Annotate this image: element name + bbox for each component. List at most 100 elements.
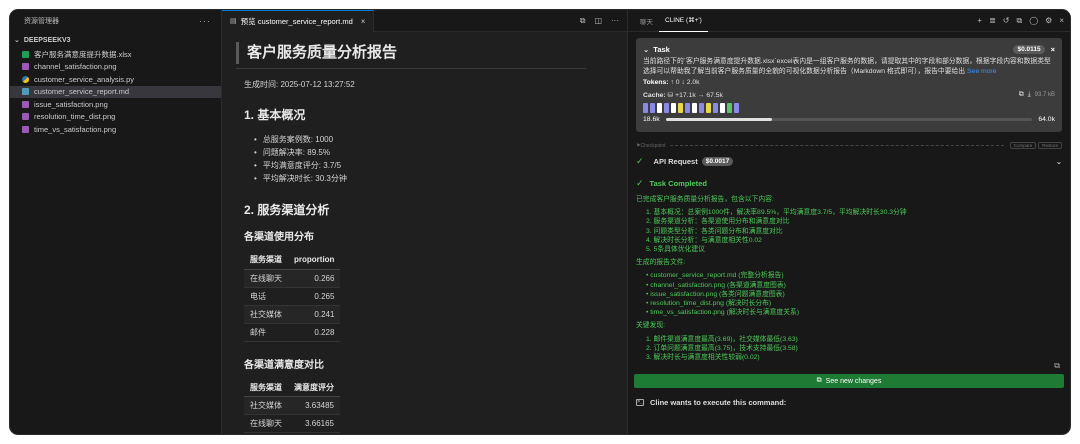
- check-icon: ✓: [636, 155, 644, 166]
- list-item: • time_vs_satisfaction.png (解决时长与满意度关系): [646, 309, 800, 317]
- list-item: 5. 5条具体优化建议: [646, 246, 705, 254]
- result-intro: 已完成客户服务质量分析报告，包含以下内容:: [636, 196, 774, 203]
- split-editor-icon[interactable]: ◫: [594, 16, 602, 26]
- server-icon[interactable]: ≣: [989, 16, 996, 26]
- cline-panel: 聊天 CLINE (⌘+') + ≣ ↺ ⧉ ◯ ⚙ × ⌄ Task $0.0: [628, 10, 1070, 434]
- context-bar-fill: [665, 118, 773, 121]
- message-block[interactable]: [713, 103, 718, 113]
- subsection-heading: 各渠道使用分布: [244, 232, 314, 243]
- api-request-row[interactable]: ✓ API Request $0.0017 ⌄: [636, 155, 1062, 167]
- python-file-icon: [22, 75, 29, 83]
- task-cost-badge: $0.0115: [1013, 44, 1045, 54]
- editor-actions: ⧉ ◫ ···: [580, 16, 627, 26]
- cache-row: Cache: ⛁ +17.1k → 67.5k ⧉ ⤓ 93.7 kB: [643, 90, 1055, 100]
- task-size: 93.7 kB: [1034, 92, 1055, 98]
- tab-preview[interactable]: ▤ 预览 customer_service_report.md ×: [222, 10, 375, 32]
- tab-cline[interactable]: CLINE (⌘+'): [659, 10, 708, 32]
- editor-pane: ▤ 预览 customer_service_report.md × ⧉ ◫ ··…: [222, 10, 628, 434]
- message-block[interactable]: [734, 103, 739, 113]
- message-block[interactable]: [727, 103, 732, 113]
- more-actions-icon[interactable]: ···: [611, 16, 619, 26]
- workspace-folder-label: DEEPSEEKV3: [23, 36, 71, 44]
- account-icon[interactable]: ◯: [1029, 16, 1038, 26]
- plus-icon[interactable]: +: [977, 16, 982, 26]
- message-block[interactable]: [678, 103, 683, 113]
- tokens-row: Tokens: ↑ 0 ↓ 2.0k: [643, 79, 1055, 89]
- close-icon[interactable]: ×: [361, 17, 366, 26]
- cache-value: +17.1k → 67.5k: [675, 92, 723, 99]
- more-icon[interactable]: ···: [199, 16, 211, 26]
- list-item: 总服务案例数: 1000: [254, 133, 627, 146]
- file-item[interactable]: channel_satisfaction.png: [10, 61, 221, 74]
- file-name: 客户服务满意度提升数据.xlsx: [34, 49, 132, 59]
- restore-button[interactable]: Restore: [1038, 142, 1062, 149]
- copy-icon[interactable]: ⧉: [1019, 91, 1024, 99]
- copy-icon[interactable]: ⧉: [1054, 361, 1060, 370]
- list-item: 2. 订单问题满意度最高(3.75)，技术支持最低(3.58): [646, 344, 798, 352]
- message-block[interactable]: [699, 103, 704, 113]
- section-heading: 2. 服务渠道分析: [244, 203, 330, 217]
- message-block[interactable]: [643, 103, 648, 113]
- section-heading: 1. 基本概况: [244, 108, 306, 122]
- table-cell: 0.228: [288, 323, 341, 342]
- checkpoint-label: Checkpoint: [640, 142, 666, 149]
- message-block[interactable]: [671, 103, 676, 113]
- image-file-icon: [22, 125, 29, 133]
- close-icon[interactable]: ×: [1051, 45, 1055, 54]
- context-window-row: 18.6k 64.0k: [643, 116, 1055, 123]
- message-block[interactable]: [720, 103, 725, 113]
- table-cell: 电话: [244, 287, 288, 306]
- app-window: 资源管理器 ··· ⌄ DEEPSEEKV3 客户服务满意度提升数据.xlsx …: [10, 10, 1070, 434]
- message-block[interactable]: [706, 103, 711, 113]
- markdown-preview: 客户服务质量分析报告 生成时间: 2025-07-12 13:27:52 1. …: [222, 32, 627, 434]
- excel-file-icon: [22, 50, 29, 58]
- image-file-icon: [22, 100, 29, 108]
- list-item: 3. 解决时长与满意度相关性较弱(0.02): [646, 354, 760, 362]
- findings-heading: 关键发现:: [636, 322, 666, 330]
- explorer-title: 资源管理器: [24, 18, 59, 25]
- file-item[interactable]: resolution_time_dist.png: [10, 111, 221, 124]
- table-cell: 3.66165: [288, 414, 340, 433]
- workspace-folder[interactable]: ⌄ DEEPSEEKV3: [10, 32, 221, 48]
- column-header: 服务渠道: [244, 378, 288, 397]
- history-icon[interactable]: ↺: [1003, 16, 1010, 26]
- table-row: 电话 0.265: [244, 287, 341, 306]
- compare-button[interactable]: Compare: [1009, 142, 1037, 149]
- see-new-changes-button[interactable]: ⧉ See new changes: [634, 374, 1064, 389]
- file-item[interactable]: time_vs_satisfaction.png: [10, 123, 221, 136]
- message-block[interactable]: [664, 103, 669, 113]
- gear-icon[interactable]: ⚙: [1045, 16, 1052, 26]
- file-name: time_vs_satisfaction.png: [34, 124, 117, 134]
- table-row: 社交媒体 0.241: [244, 305, 341, 324]
- chevron-down-icon: ⌄: [1055, 156, 1062, 166]
- cache-label: Cache:: [643, 92, 666, 99]
- see-more-link[interactable]: See more: [967, 68, 996, 75]
- file-name: customer_service_analysis.py: [34, 74, 135, 84]
- task-header[interactable]: ⌄ Task $0.0115 ×: [643, 43, 1055, 55]
- table-cell: 社交媒体: [244, 305, 288, 324]
- tab-label: 预览 customer_service_report.md: [240, 16, 353, 26]
- file-item[interactable]: customer_service_analysis.py: [10, 73, 221, 86]
- download-icon[interactable]: ⤓: [1028, 91, 1031, 99]
- message-block[interactable]: [692, 103, 697, 113]
- open-source-icon[interactable]: ⧉: [580, 16, 586, 26]
- file-item[interactable]: 客户服务满意度提升数据.xlsx: [10, 48, 221, 61]
- task-card: ⌄ Task $0.0115 × 当前路径下的`客户服务满意度提升数据.xlsx…: [636, 38, 1062, 132]
- tokens-value: ↑ 0 ↓ 2.0k: [670, 79, 700, 86]
- context-bar: [665, 118, 1033, 121]
- close-icon[interactable]: ×: [1059, 16, 1064, 26]
- file-item[interactable]: issue_satisfaction.png: [10, 98, 221, 111]
- tokens-label: Tokens:: [643, 79, 669, 86]
- completion-result: 已完成客户服务质量分析报告，包含以下内容: 1. 基本概况：总案例1000件，解…: [636, 195, 1062, 370]
- file-item-active[interactable]: customer_service_report.md: [10, 85, 221, 98]
- table-row: 在线聊天 3.66165: [244, 414, 340, 433]
- popout-icon[interactable]: ⧉: [1016, 16, 1022, 26]
- table-cell: 3.63485: [288, 396, 340, 415]
- tab-chat[interactable]: 聊天: [634, 10, 659, 32]
- context-max: 64.0k: [1038, 116, 1055, 123]
- message-block[interactable]: [657, 103, 662, 113]
- table-row: 邮件 0.228: [244, 323, 341, 342]
- message-block[interactable]: [650, 103, 655, 113]
- list-item: 2. 服务渠道分析：各渠道使用分布和满意度对比: [646, 218, 790, 226]
- message-block[interactable]: [685, 103, 690, 113]
